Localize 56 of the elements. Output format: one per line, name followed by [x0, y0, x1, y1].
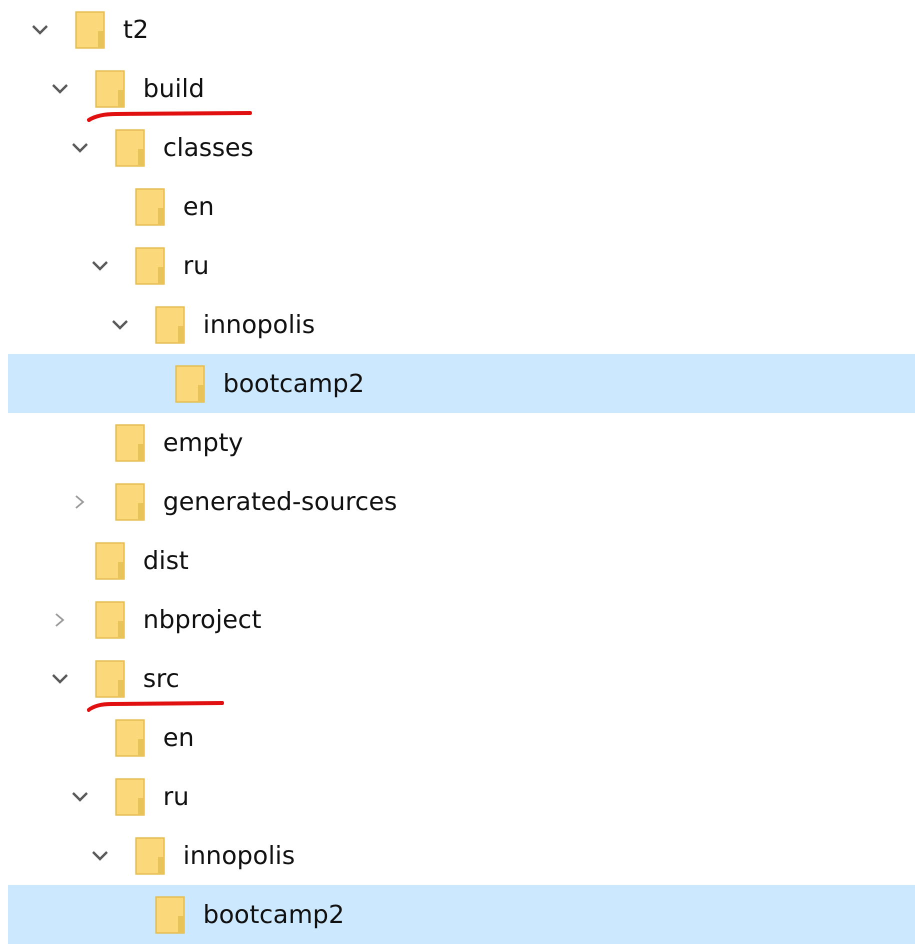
tree-row[interactable]: build [8, 59, 915, 118]
folder-name: bootcamp2 [203, 898, 344, 931]
tree-row[interactable]: src [8, 649, 915, 708]
tree-row[interactable]: innopolis [8, 826, 915, 885]
tree-row[interactable]: bootcamp2 [8, 885, 915, 944]
chevron-down-icon[interactable] [50, 82, 70, 96]
folder-name: ru [163, 780, 190, 813]
chevron-down-icon[interactable] [30, 22, 50, 36]
folder-icon [75, 10, 106, 48]
tree-row[interactable]: classes [8, 118, 915, 177]
folder-icon [115, 778, 146, 816]
tree-row[interactable]: en [8, 708, 915, 767]
tree-row[interactable]: empty [8, 413, 915, 472]
folder-name: generated-sources [163, 486, 398, 518]
folder-icon [155, 896, 186, 934]
folder-icon [175, 364, 206, 402]
folder-icon [95, 660, 126, 698]
folder-name: classes [163, 132, 254, 164]
folder-name: dist [143, 544, 189, 577]
folder-icon [135, 836, 166, 874]
folder-icon [115, 718, 146, 756]
chevron-down-icon[interactable] [110, 318, 130, 332]
folder-name: src [143, 662, 180, 695]
tree-row[interactable]: t2 [8, 0, 915, 59]
chevron-down-icon[interactable] [50, 672, 70, 686]
folder-icon [115, 482, 146, 520]
tree-row[interactable]: dist [8, 531, 915, 590]
folder-name: innopolis [203, 308, 316, 341]
folder-name: en [163, 722, 194, 754]
tree-row[interactable]: ru [8, 767, 915, 826]
tree-row[interactable]: bootcamp2 [8, 354, 915, 413]
folder-name: empty [163, 426, 244, 459]
chevron-down-icon[interactable] [70, 140, 90, 154]
folder-icon [115, 128, 146, 166]
folder-icon [155, 306, 186, 344]
folder-icon [115, 424, 146, 462]
chevron-down-icon[interactable] [90, 848, 110, 862]
folder-name: ru [183, 250, 210, 282]
folder-name: build [143, 72, 204, 105]
folder-icon [95, 70, 126, 108]
tree-row[interactable]: nbproject [8, 590, 915, 649]
tree-row[interactable]: generated-sources [8, 472, 915, 531]
chevron-down-icon[interactable] [90, 258, 110, 272]
folder-icon [95, 600, 126, 638]
folder-name: innopolis [183, 840, 296, 872]
folder-name: bootcamp2 [223, 368, 364, 400]
folder-icon [135, 188, 166, 226]
chevron-down-icon[interactable] [70, 790, 90, 804]
tree-row[interactable]: innopolis [8, 295, 915, 354]
folder-name: nbproject [143, 604, 262, 636]
folder-name: t2 [123, 14, 149, 46]
tree-row[interactable]: en [8, 177, 915, 236]
folder-icon [135, 246, 166, 284]
folder-icon [95, 542, 126, 580]
folder-name: en [183, 190, 214, 223]
tree-row[interactable]: ru [8, 236, 915, 295]
